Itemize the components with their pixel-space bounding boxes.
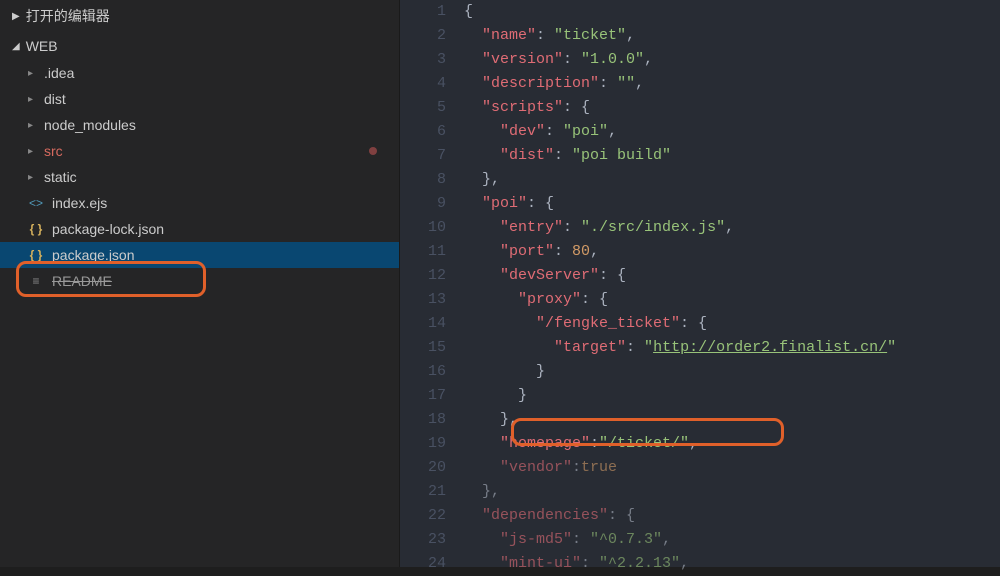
line-number: 24 [400, 552, 446, 576]
code-line[interactable]: "devServer": { [464, 264, 1000, 288]
folder-item[interactable]: ▸ dist [0, 86, 399, 112]
code-line[interactable]: "port": 80, [464, 240, 1000, 264]
line-number: 11 [400, 240, 446, 264]
project-section[interactable]: ◢ WEB [0, 32, 399, 60]
file-item[interactable]: ≡ README [0, 268, 399, 294]
line-number: 19 [400, 432, 446, 456]
code-line[interactable]: "js-md5": "^0.7.3", [464, 528, 1000, 552]
line-number: 23 [400, 528, 446, 552]
code-editor[interactable]: 123456789101112131415161718192021222324 … [400, 0, 1000, 567]
code-line[interactable]: } [464, 360, 1000, 384]
chevron-right-icon: ▶ [12, 11, 20, 22]
line-number: 12 [400, 264, 446, 288]
folder-item[interactable]: ▸ src [0, 138, 399, 164]
file-item[interactable]: { } package.json [0, 242, 399, 268]
line-number-gutter: 123456789101112131415161718192021222324 [400, 0, 464, 567]
code-line[interactable]: "name": "ticket", [464, 24, 1000, 48]
section-label: 打开的编辑器 [26, 6, 110, 26]
chevron-right-icon: ▸ [28, 172, 40, 183]
chevron-right-icon: ▸ [28, 120, 40, 131]
code-line[interactable]: "version": "1.0.0", [464, 48, 1000, 72]
file-type-icon: ≡ [28, 274, 44, 288]
code-line[interactable]: { [464, 0, 1000, 24]
folder-item[interactable]: ▸ .idea [0, 60, 399, 86]
line-number: 15 [400, 336, 446, 360]
item-label: node_modules [44, 117, 136, 133]
folder-item[interactable]: ▸ static [0, 164, 399, 190]
line-number: 6 [400, 120, 446, 144]
code-line[interactable]: }, [464, 168, 1000, 192]
code-line[interactable]: "dev": "poi", [464, 120, 1000, 144]
chevron-right-icon: ▸ [28, 94, 40, 105]
item-label: .idea [44, 65, 74, 81]
line-number: 8 [400, 168, 446, 192]
chevron-down-icon: ◢ [12, 41, 20, 52]
folder-item[interactable]: ▸ node_modules [0, 112, 399, 138]
code-line[interactable]: "proxy": { [464, 288, 1000, 312]
code-line[interactable]: }, [464, 408, 1000, 432]
section-label: WEB [26, 38, 58, 54]
line-number: 17 [400, 384, 446, 408]
item-label: package-lock.json [52, 221, 164, 237]
code-line[interactable]: "description": "", [464, 72, 1000, 96]
code-content[interactable]: { "name": "ticket", "version": "1.0.0", … [464, 0, 1000, 567]
file-item[interactable]: { } package-lock.json [0, 216, 399, 242]
line-number: 3 [400, 48, 446, 72]
line-number: 13 [400, 288, 446, 312]
line-number: 2 [400, 24, 446, 48]
file-tree: ▸ .idea ▸ dist ▸ node_modules ▸ src ▸ static<> ind… [0, 60, 399, 294]
modified-indicator-icon [369, 147, 377, 155]
line-number: 20 [400, 456, 446, 480]
line-number: 9 [400, 192, 446, 216]
file-type-icon: { } [28, 222, 44, 236]
item-label: README [52, 273, 112, 289]
line-number: 5 [400, 96, 446, 120]
chevron-right-icon: ▸ [28, 146, 40, 157]
code-line[interactable]: "dist": "poi build" [464, 144, 1000, 168]
chevron-right-icon: ▸ [28, 68, 40, 79]
code-line[interactable]: "homepage":"/ticket/", [464, 432, 1000, 456]
file-type-icon: <> [28, 196, 44, 210]
line-number: 21 [400, 480, 446, 504]
code-line[interactable]: "dependencies": { [464, 504, 1000, 528]
open-editors-section[interactable]: ▶ 打开的编辑器 [0, 0, 399, 32]
line-number: 10 [400, 216, 446, 240]
code-line[interactable]: "mint-ui": "^2.2.13", [464, 552, 1000, 576]
line-number: 18 [400, 408, 446, 432]
code-line[interactable]: }, [464, 480, 1000, 504]
code-line[interactable]: "entry": "./src/index.js", [464, 216, 1000, 240]
code-line[interactable]: "/fengke_ticket": { [464, 312, 1000, 336]
item-label: static [44, 169, 77, 185]
item-label: index.ejs [52, 195, 107, 211]
item-label: dist [44, 91, 66, 107]
file-type-icon: { } [28, 248, 44, 262]
code-line[interactable]: "vendor":true [464, 456, 1000, 480]
code-line[interactable]: "poi": { [464, 192, 1000, 216]
line-number: 7 [400, 144, 446, 168]
line-number: 1 [400, 0, 446, 24]
code-line[interactable]: "target": "http://order2.finalist.cn/" [464, 336, 1000, 360]
line-number: 16 [400, 360, 446, 384]
line-number: 14 [400, 312, 446, 336]
item-label: src [44, 143, 63, 159]
code-line[interactable]: } [464, 384, 1000, 408]
file-explorer-sidebar: ▶ 打开的编辑器 ◢ WEB ▸.idea▸dist▸node_modules▸… [0, 0, 400, 567]
code-line[interactable]: "scripts": { [464, 96, 1000, 120]
file-item[interactable]: <> index.ejs [0, 190, 399, 216]
item-label: package.json [52, 247, 135, 263]
line-number: 22 [400, 504, 446, 528]
line-number: 4 [400, 72, 446, 96]
